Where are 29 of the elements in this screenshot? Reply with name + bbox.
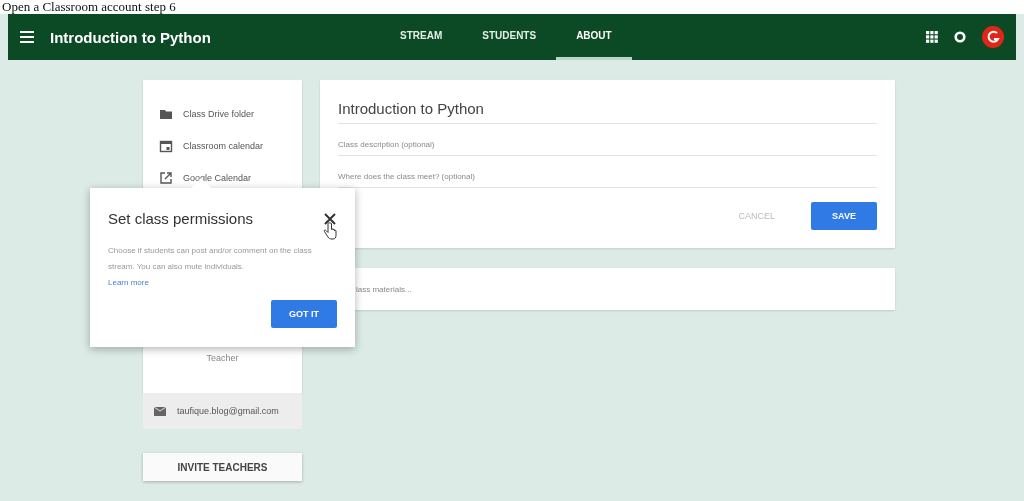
class-name-field[interactable]: Introduction to Python: [338, 98, 877, 124]
apps-grid-icon[interactable]: [926, 31, 938, 43]
avatar-icon[interactable]: [982, 26, 1004, 48]
learn-more-link[interactable]: Learn more: [108, 275, 149, 291]
description-field[interactable]: Class description (optional): [338, 134, 877, 156]
materials-field[interactable]: lass materials...: [354, 283, 658, 295]
notification-icon[interactable]: [954, 31, 966, 43]
popup-message: Choose if students can post and/or comment on the class stream. You can also mute individuals.: [108, 246, 312, 271]
external-link-icon: [159, 171, 173, 185]
class-title: Introduction to Python: [50, 28, 212, 46]
menu-icon[interactable]: [20, 31, 34, 43]
nav-tab[interactable]: STUDENTS: [462, 14, 557, 60]
invite-teachers-button[interactable]: INVITE TEACHERS: [143, 453, 302, 481]
teacher-label: Teacher: [205, 353, 240, 363]
pointer-cursor-icon: [323, 222, 337, 240]
teacher-email: taufique.blog@gmail.com: [177, 406, 279, 416]
room-field[interactable]: Where does the class meet? (optional): [338, 166, 877, 188]
popup-title: Set class permissions: [108, 210, 254, 227]
got-it-button[interactable]: GOT IT: [271, 300, 337, 328]
sidebar-link[interactable]: Class Drive folder: [183, 109, 255, 119]
mail-icon: [153, 404, 167, 418]
sidebar-link[interactable]: Classroom calendar: [183, 141, 264, 151]
nav-tab[interactable]: ABOUT: [556, 14, 632, 60]
folder-icon: [159, 107, 173, 121]
calendar-icon: [159, 139, 173, 153]
save-button[interactable]: SAVE: [811, 202, 877, 230]
nav-tab[interactable]: STREAM: [380, 14, 463, 60]
page-caption: Open a Classroom account step 6: [0, 0, 1024, 14]
close-icon[interactable]: [323, 211, 337, 226]
